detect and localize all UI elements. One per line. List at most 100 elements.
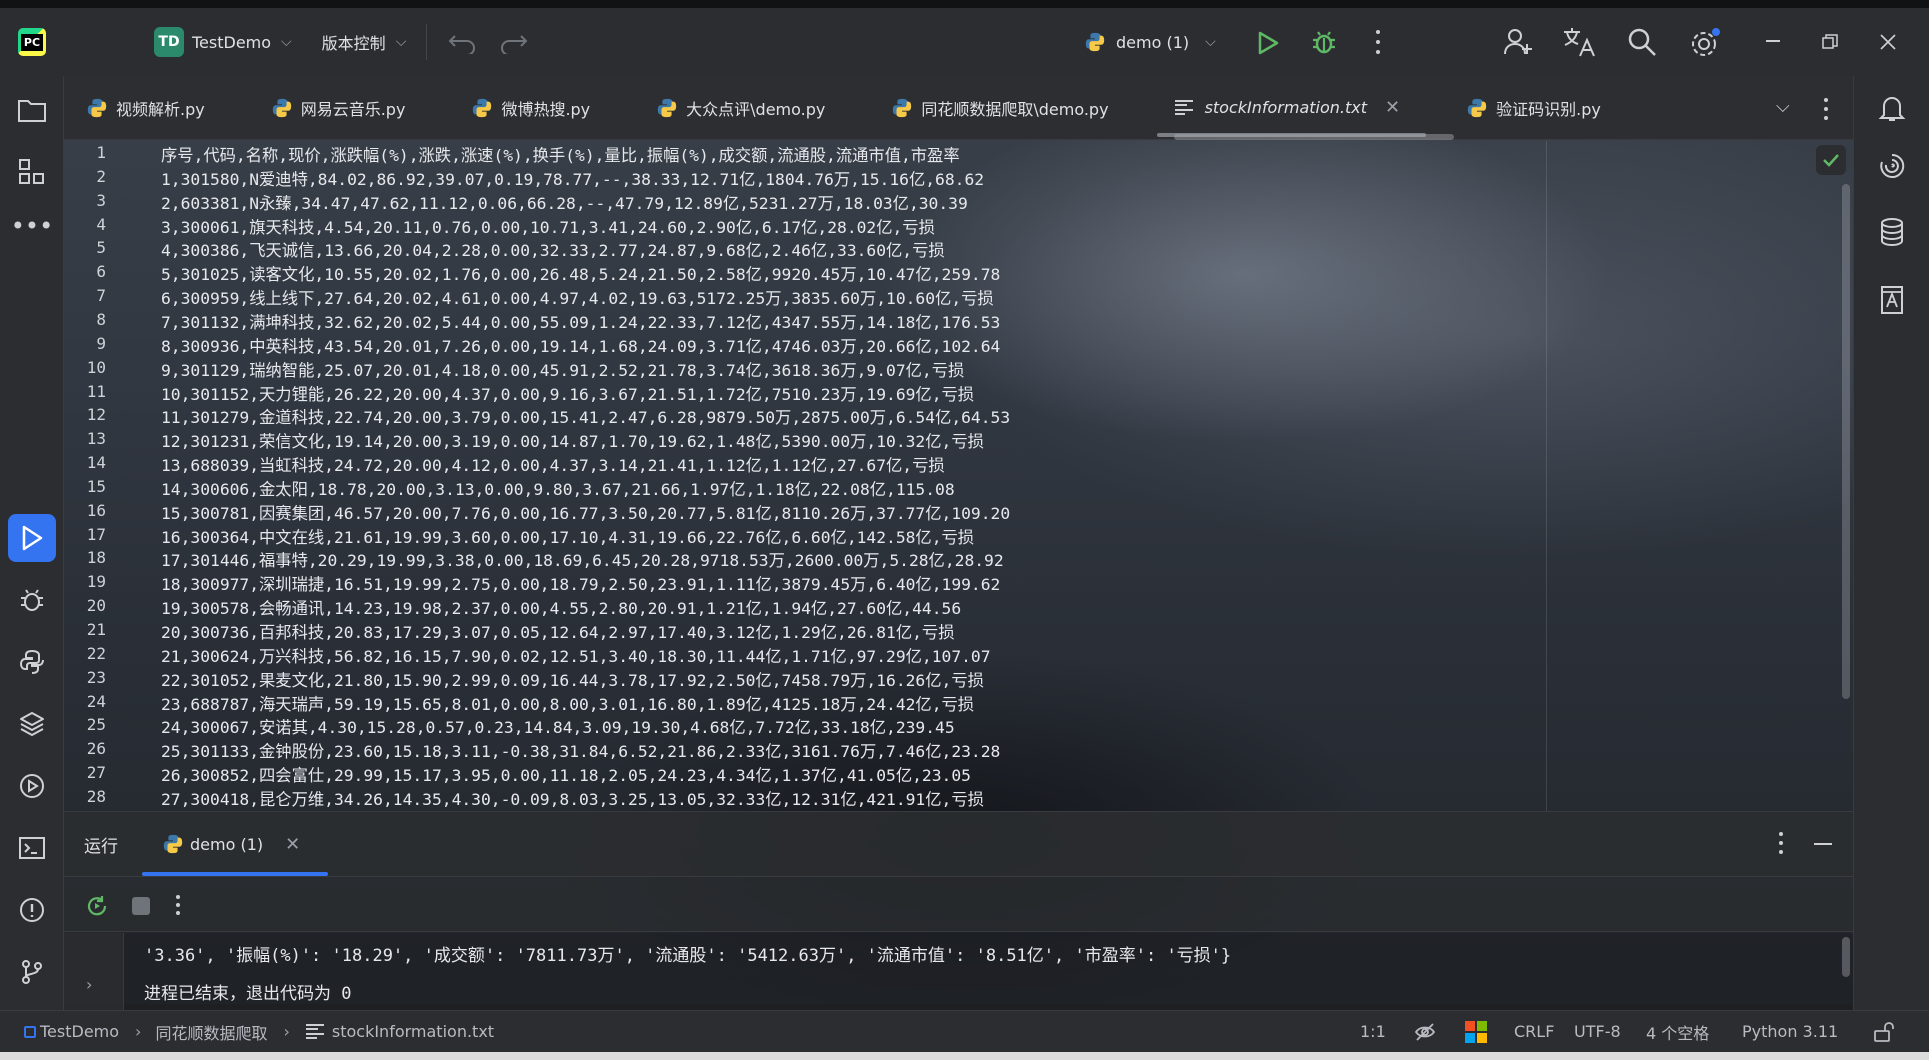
problems-icon[interactable] bbox=[8, 886, 56, 934]
code-line[interactable]: 8,300936,中英科技,43.54,20.01,7.26,0.00,19.1… bbox=[161, 333, 1461, 357]
code-line[interactable]: 序号,代码,名称,现价,涨跌幅(%),涨跌,涨速(%),换手(%),量比,振幅(… bbox=[161, 142, 1461, 166]
vcs-menu[interactable]: 版本控制 bbox=[322, 30, 386, 54]
close-tab-icon[interactable]: ✕ bbox=[285, 834, 300, 855]
code-line[interactable]: 4,300386,飞天诚信,13.66,20.04,2.28,0.00,32.3… bbox=[161, 237, 1461, 261]
code-line[interactable]: 26,300852,四会富仕,29.99,15.17,3.95,0.00,11.… bbox=[161, 762, 1461, 786]
breadcrumb-file[interactable]: stockInformation.txt bbox=[332, 1022, 494, 1041]
code-line[interactable]: 10,301152,天力锂能,26.22,20.00,4.37,0.00,9.1… bbox=[161, 381, 1461, 405]
code-line[interactable]: 7,301132,满坤科技,32.62,20.02,5.44,0.00,55.0… bbox=[161, 309, 1461, 333]
translate-icon[interactable] bbox=[1562, 26, 1596, 58]
caret-position[interactable]: 1:1 bbox=[1360, 1022, 1386, 1041]
code-line[interactable]: 20,300736,百邦科技,20.83,17.29,3.07,0.05,12.… bbox=[161, 619, 1461, 643]
hide-panel-icon[interactable] bbox=[1814, 843, 1832, 845]
editor-tab[interactable]: 同花顺数据爬取\demo.py bbox=[851, 76, 1134, 140]
code-line[interactable]: 12,301231,荣信文化,19.14,20.00,3.19,0.00,14.… bbox=[161, 428, 1461, 452]
python-interpreter[interactable]: Python 3.11 bbox=[1742, 1022, 1838, 1041]
code-line[interactable]: 18,300977,深圳瑞捷,16.51,19.99,2.75,0.00,18.… bbox=[161, 571, 1461, 595]
stop-icon[interactable] bbox=[132, 897, 150, 915]
code-line[interactable]: 6,300959,线上线下,27.64,20.02,4.61,0.00,4.97… bbox=[161, 285, 1461, 309]
inspection-ok-checkmark-icon[interactable] bbox=[1816, 145, 1846, 175]
code-line[interactable]: 22,301052,果麦文化,21.80,15.90,2.99,0.09,16.… bbox=[161, 667, 1461, 691]
chevron-right-icon[interactable]: › bbox=[86, 975, 92, 994]
chevron-down-icon[interactable]: ⌵ bbox=[396, 34, 407, 50]
database-icon[interactable] bbox=[1868, 208, 1916, 256]
terminal-icon[interactable] bbox=[8, 824, 56, 872]
console-scrollbar[interactable] bbox=[1842, 937, 1850, 977]
tab-bar-scrollbar[interactable] bbox=[1174, 134, 1454, 140]
main-menu-icon[interactable] bbox=[86, 31, 114, 53]
editor-tab[interactable]: 验证码识别.py bbox=[1426, 76, 1627, 140]
windows-logo-icon[interactable] bbox=[1464, 1020, 1488, 1044]
restore-window-icon[interactable] bbox=[1822, 34, 1838, 50]
run-configuration-selector[interactable]: demo (1) ⌵ bbox=[1084, 8, 1216, 76]
code-line[interactable]: 15,300781,因赛集团,46.57,20.00,7.76,0.00,16.… bbox=[161, 500, 1461, 524]
more-tool-windows-icon[interactable]: ••• bbox=[8, 202, 56, 250]
notifications-bell-icon[interactable] bbox=[1868, 84, 1916, 132]
unlock-icon[interactable] bbox=[1872, 1021, 1894, 1043]
search-icon[interactable] bbox=[1626, 26, 1658, 58]
tab-options-icon[interactable] bbox=[1824, 98, 1830, 120]
run-icon[interactable] bbox=[1256, 30, 1280, 56]
undo-icon[interactable] bbox=[447, 30, 477, 54]
sciview-document-icon[interactable] bbox=[1868, 276, 1916, 324]
code-line[interactable]: 2,603381,N永臻,34.47,47.62,11.12,0.06,66.2… bbox=[161, 190, 1461, 214]
debug-tool-window-icon[interactable] bbox=[8, 576, 56, 624]
redo-icon[interactable] bbox=[499, 30, 529, 54]
no-inspections-eye-icon[interactable] bbox=[1414, 1021, 1436, 1043]
python-packages-layers-icon[interactable] bbox=[8, 700, 56, 748]
editor-tab[interactable]: 视频解析.py bbox=[64, 76, 231, 140]
code-line[interactable]: 17,301446,福事特,20.29,19.99,3.38,0.00,18.6… bbox=[161, 547, 1461, 571]
text-editor[interactable]: 1 2 3 4 5 6 7 8 9 10 11 12 13 14 15 16 17 18 19 20 21 22 23 24 2… bbox=[64, 141, 1853, 811]
code-line[interactable]: 23,688787,海天瑞声,59.19,15.65,8.01,0.00,8.0… bbox=[161, 691, 1461, 715]
editor-tab[interactable]: 微博热搜.py bbox=[431, 76, 616, 140]
tab-list-chevron-down-icon[interactable]: ⌵ bbox=[1776, 96, 1790, 117]
close-window-icon[interactable] bbox=[1880, 34, 1896, 50]
rerun-icon[interactable] bbox=[84, 893, 110, 919]
run-panel-options-icon[interactable] bbox=[1779, 832, 1785, 854]
indent-setting[interactable]: 4 个空格 bbox=[1646, 1020, 1709, 1044]
code-line[interactable]: 27,300418,昆仑万维,34.26,14.35,4.30,-0.09,8.… bbox=[161, 786, 1461, 810]
run-tab-demo[interactable]: demo (1) ✕ bbox=[141, 812, 329, 876]
add-user-icon[interactable] bbox=[1502, 26, 1534, 58]
code-line[interactable]: 16,300364,中文在线,21.61,19.99,3.60,0.00,17.… bbox=[161, 524, 1461, 548]
code-line[interactable]: 1,301580,N爱迪特,84.02,86.92,39.07,0.19,78.… bbox=[161, 166, 1461, 190]
code-line[interactable]: 13,688039,当虹科技,24.72,20.00,4.12,0.00,4.3… bbox=[161, 452, 1461, 476]
structure-icon[interactable] bbox=[8, 148, 56, 196]
code-line[interactable]: 11,301279,金道科技,22.74,20.00,3.79,0.00,15.… bbox=[161, 404, 1461, 428]
line-ending[interactable]: CRLF bbox=[1514, 1022, 1554, 1041]
chevron-down-icon[interactable]: ⌵ bbox=[1205, 34, 1216, 50]
pycharm-logo-icon[interactable]: PC bbox=[18, 28, 46, 56]
git-branch-icon[interactable] bbox=[8, 948, 56, 996]
file-encoding[interactable]: UTF-8 bbox=[1574, 1022, 1621, 1041]
project-badge[interactable]: TD bbox=[154, 27, 184, 57]
services-icon[interactable] bbox=[8, 762, 56, 810]
minimize-window-icon[interactable] bbox=[1766, 40, 1780, 42]
run-tool-window-icon[interactable] bbox=[8, 514, 56, 562]
breadcrumb-project[interactable]: TestDemo bbox=[40, 1022, 119, 1041]
code-line[interactable]: 21,300624,万兴科技,56.82,16.15,7.90,0.02,12.… bbox=[161, 643, 1461, 667]
project-folder-icon[interactable] bbox=[8, 86, 56, 134]
editor-tab[interactable]: 网易云音乐.py bbox=[231, 76, 432, 140]
line-number: 10 bbox=[86, 357, 106, 377]
python-console-icon[interactable] bbox=[8, 638, 56, 686]
code-line[interactable]: 19,300578,会畅通讯,14.23,19.98,2.37,0.00,4.5… bbox=[161, 595, 1461, 619]
code-line[interactable]: 9,301129,瑞纳智能,25.07,20.01,4.18,0.00,45.9… bbox=[161, 357, 1461, 381]
debug-icon[interactable] bbox=[1310, 28, 1338, 56]
code-line[interactable]: 25,301133,金钟股份,23.60,15.18,3.11,-0.38,31… bbox=[161, 738, 1461, 762]
ai-assistant-swirl-icon[interactable] bbox=[1868, 142, 1916, 190]
code-line[interactable]: 14,300606,金太阳,18.78,20.00,3.13,0.00,9.80… bbox=[161, 476, 1461, 500]
breadcrumb-folder[interactable]: 同花顺数据爬取 bbox=[155, 1020, 267, 1044]
editor-tab[interactable]: 大众点评\demo.py bbox=[616, 76, 851, 140]
editor-tab[interactable]: stockInformation.txt ✕ bbox=[1135, 76, 1427, 140]
more-actions-icon[interactable] bbox=[1376, 30, 1382, 54]
settings-gear-icon[interactable] bbox=[1688, 26, 1722, 60]
close-tab-icon[interactable]: ✕ bbox=[1385, 97, 1400, 118]
chevron-down-icon[interactable]: ⌵ bbox=[281, 34, 292, 50]
more-run-actions-icon[interactable] bbox=[176, 895, 182, 915]
code-line[interactable]: 5,301025,读客文化,10.55,20.02,1.76,0.00,26.4… bbox=[161, 261, 1461, 285]
code-line[interactable]: 3,300061,旗天科技,4.54,20.11,0.76,0.00,10.71… bbox=[161, 214, 1461, 238]
editor-vertical-scrollbar[interactable] bbox=[1842, 184, 1850, 699]
code-line[interactable]: 24,300067,安诺其,4.30,15.28,0.57,0.23,14.84… bbox=[161, 714, 1461, 738]
console-output[interactable]: › '3.36', '振幅(%)': '18.29', '成交额': '7811… bbox=[64, 933, 1853, 1011]
project-name[interactable]: TestDemo bbox=[192, 33, 271, 52]
